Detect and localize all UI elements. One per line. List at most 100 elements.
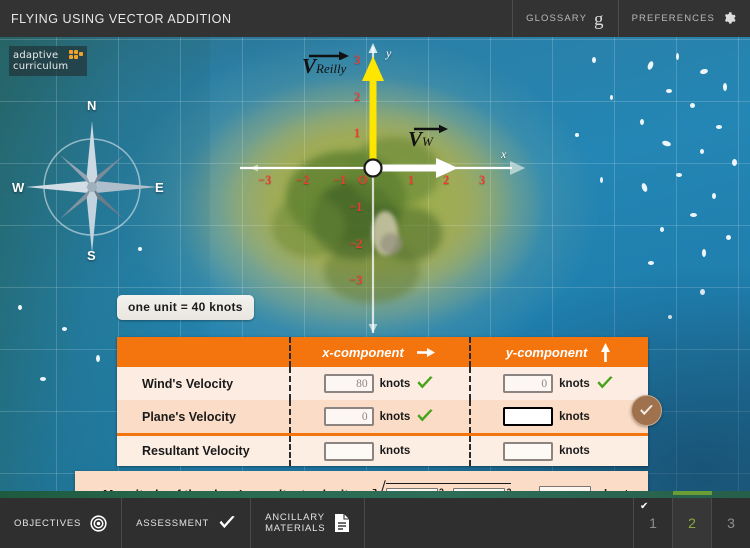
square-root-expression: √ 2 + 2 <box>372 480 512 491</box>
row-label-winds-velocity: Wind's Velocity <box>142 376 234 391</box>
footer-bar: OBJECTIVES ASSESSMENT ANCILLARY MATERIAL… <box>0 491 750 548</box>
assessment-label: ASSESSMENT <box>136 517 210 529</box>
row-label-resultant-velocity: Resultant Velocity <box>142 444 250 458</box>
winds-velocity-x-cell: 80 knots <box>289 374 469 393</box>
column-divider-1 <box>289 436 291 466</box>
vector-subscript: W <box>422 134 433 149</box>
x-tick-1: 1 <box>408 173 415 187</box>
brand-logo: adaptive curriculum <box>9 46 87 76</box>
unit-label: knots <box>379 445 411 457</box>
velocity-components-table: x-component y-component Wind's Velocity … <box>117 337 648 466</box>
planes-velocity-x-cell: 0 knots <box>289 407 469 426</box>
check-placeholder <box>596 409 614 424</box>
column-divider-1 <box>289 400 291 433</box>
planes-velocity-y-input[interactable] <box>503 407 554 426</box>
magnitude-formula-bar: Magnitude of the plane's resultant veloc… <box>75 471 648 491</box>
winds-velocity-y-cell: 0 knots <box>469 374 648 393</box>
preferences-label: PREFERENCES <box>631 13 715 24</box>
check-placeholder <box>416 444 434 459</box>
page-number: 2 <box>688 515 696 531</box>
unit-label: knots <box>559 445 590 457</box>
footer-menu: OBJECTIVES ASSESSMENT ANCILLARY MATERIAL… <box>0 498 366 548</box>
table-header-row: x-component y-component <box>117 337 648 367</box>
footer-item-assessment[interactable]: ASSESSMENT <box>122 498 252 548</box>
page-number: 1 <box>649 515 657 531</box>
winds-velocity-y-input[interactable]: 0 <box>503 374 554 393</box>
vector-arrow-overbar-icon <box>309 51 349 60</box>
vector-subscript: Reilly <box>316 61 347 76</box>
logo-dots-icon <box>69 50 83 61</box>
document-icon <box>335 514 350 532</box>
ancillary-materials-label: ANCILLARY MATERIALS <box>265 512 325 534</box>
unit-label: knots <box>559 410 590 423</box>
progress-bar <box>0 491 750 498</box>
y-tick-2: 2 <box>354 90 361 104</box>
gear-icon <box>722 11 737 26</box>
plane-velocity-vector-label: VReilly <box>302 51 349 79</box>
resultant-velocity-x-input[interactable] <box>323 441 374 461</box>
page-button-3[interactable]: 3 <box>711 498 750 548</box>
simulation-stage: adaptive curriculum N S W E y x O −3 −2 … <box>0 37 750 491</box>
glossary-label: GLOSSARY <box>526 13 588 24</box>
y-tick--1: −1 <box>349 200 363 214</box>
x-tick-3: 3 <box>479 173 486 187</box>
x-tick--3: −3 <box>258 173 272 187</box>
x-tick--1: −1 <box>333 173 347 187</box>
footer-item-ancillary-materials[interactable]: ANCILLARY MATERIALS <box>251 498 366 548</box>
table-row: Wind's Velocity 80 knots 0 knots <box>117 367 648 400</box>
header-x-label: x-component <box>322 344 404 360</box>
page-button-2[interactable]: 2 <box>672 491 711 548</box>
application-root: FLYING USING VECTOR ADDITION GLOSSARY g … <box>0 0 750 548</box>
y-tick-1: 1 <box>354 126 361 140</box>
resultant-velocity-y-cell: knots <box>469 441 648 461</box>
unit-label: knots <box>559 377 590 390</box>
resultant-velocity-y-input[interactable] <box>503 441 554 461</box>
arrow-up-icon <box>601 342 611 362</box>
preferences-button[interactable]: PREFERENCES <box>617 0 750 37</box>
planes-velocity-y-cell: knots <box>469 407 648 426</box>
table-row: Plane's Velocity 0 knots knots <box>117 400 648 433</box>
scale-legend: one unit = 40 knots <box>117 295 254 320</box>
compass-north-label: N <box>87 98 97 113</box>
vector-arrow-overbar-icon <box>414 124 448 133</box>
page-completed-check-icon: ✔ <box>640 501 649 512</box>
compass-rose: N S W E <box>12 97 166 263</box>
target-icon <box>90 514 107 532</box>
x-axis-label: x <box>501 147 507 161</box>
green-check-icon <box>597 376 613 389</box>
header-y-component: y-component <box>469 342 648 362</box>
compass-south-label: S <box>87 248 96 263</box>
check-icon <box>219 516 235 529</box>
page-number: 3 <box>727 515 735 531</box>
logo-line-2: curriculum <box>13 61 69 72</box>
row-label-planes-velocity: Plane's Velocity <box>142 409 236 424</box>
check-icon <box>640 404 653 415</box>
page-title: FLYING USING VECTOR ADDITION <box>11 11 232 26</box>
green-check-icon <box>417 376 433 389</box>
x-tick-2: 2 <box>443 173 450 187</box>
column-divider-1 <box>289 367 291 400</box>
y-tick--3: −3 <box>349 273 363 287</box>
winds-velocity-x-input[interactable]: 80 <box>323 374 374 393</box>
footer-item-objectives[interactable]: OBJECTIVES <box>0 498 123 548</box>
submit-check-button[interactable] <box>631 395 662 426</box>
planes-velocity-x-input[interactable]: 0 <box>323 407 374 426</box>
glossary-g-icon: g <box>594 9 605 30</box>
column-divider-2 <box>469 337 471 367</box>
table-row: Resultant Velocity knots knots <box>117 433 648 466</box>
page-navigation: ✔ 1 2 3 <box>633 491 750 548</box>
column-divider-1 <box>289 337 291 367</box>
top-bar: FLYING USING VECTOR ADDITION GLOSSARY g … <box>0 0 750 37</box>
y-axis-label: y <box>386 46 392 60</box>
check-placeholder <box>596 444 614 459</box>
green-check-icon <box>417 409 433 422</box>
y-tick--2: −2 <box>349 237 363 251</box>
ancillary-line-2: MATERIALS <box>265 523 326 534</box>
column-divider-2 <box>469 367 471 400</box>
ancillary-line-1: ANCILLARY <box>265 512 325 523</box>
column-divider-2 <box>469 436 471 466</box>
origin-label: O <box>358 173 368 187</box>
page-button-1[interactable]: ✔ 1 <box>633 498 672 548</box>
compass-east-label: E <box>155 180 164 195</box>
glossary-button[interactable]: GLOSSARY g <box>512 0 618 37</box>
